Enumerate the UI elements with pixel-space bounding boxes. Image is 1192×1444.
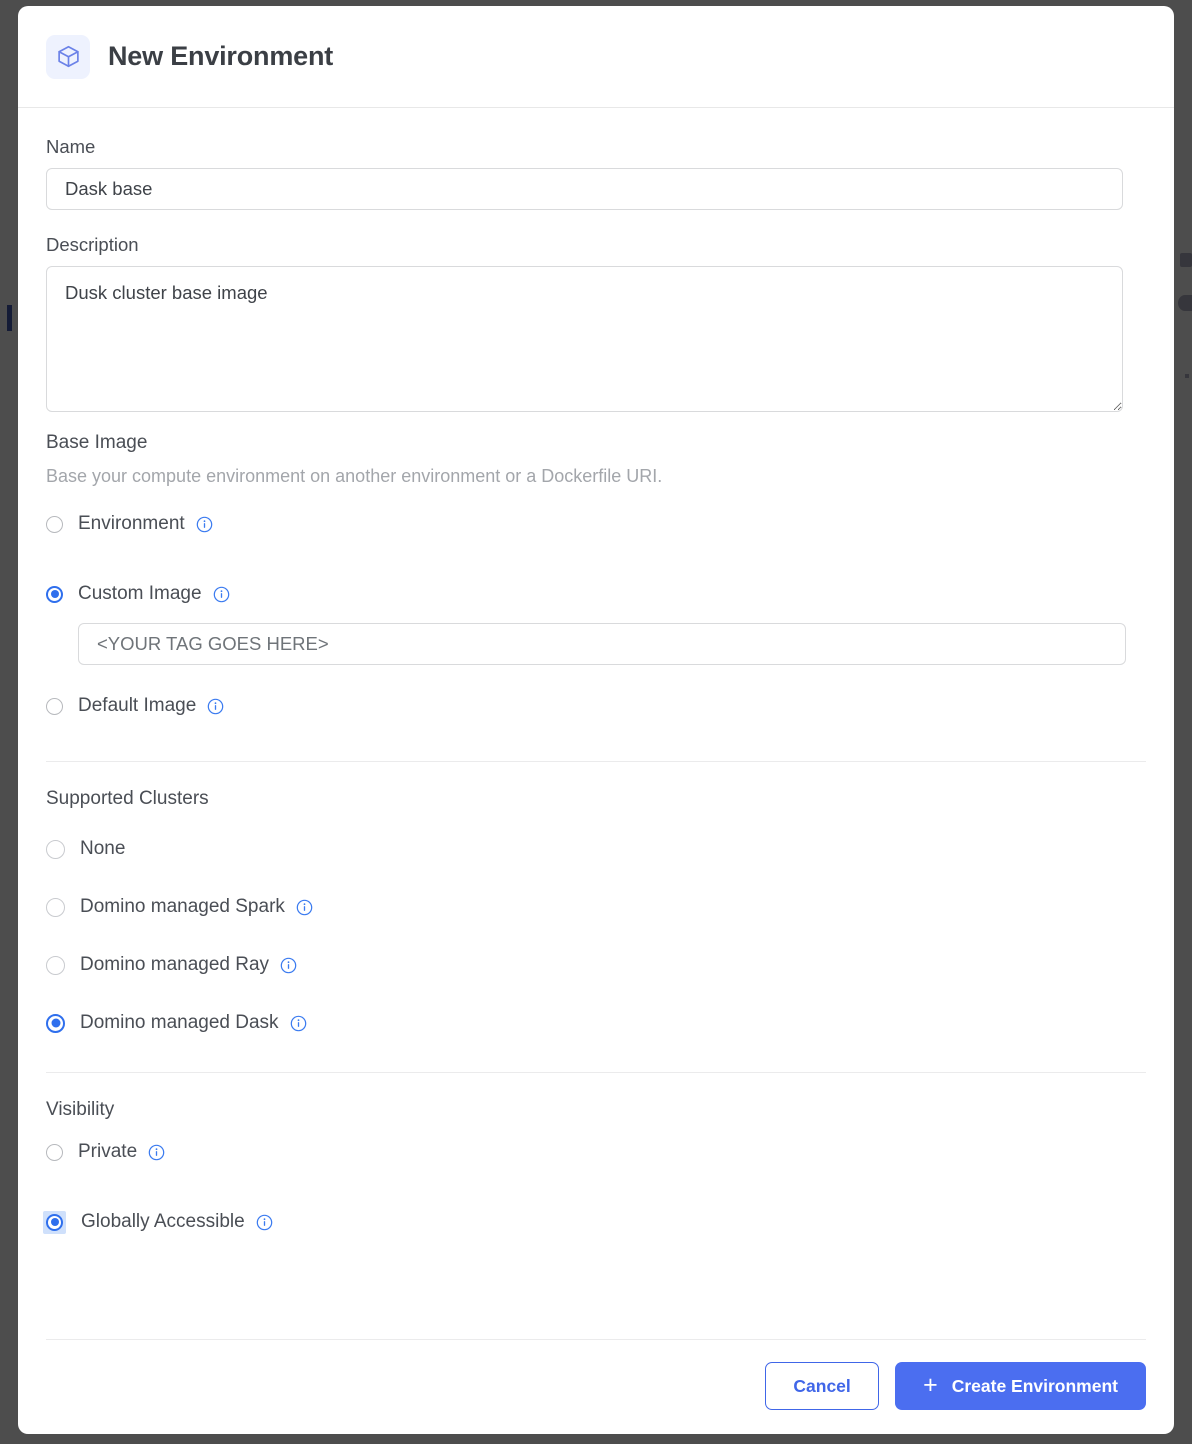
radio-button-domino-managed-ray[interactable] bbox=[46, 955, 65, 975]
plus-icon: + bbox=[923, 1370, 938, 1399]
radio-option-domino-managed-ray[interactable]: Domino managed Ray bbox=[46, 948, 1146, 982]
supported-clusters-section-title: Supported Clusters bbox=[46, 788, 209, 809]
background-artifact bbox=[1185, 374, 1189, 378]
radio-label-default-image: Default Image bbox=[78, 695, 197, 716]
radio-option-custom-image[interactable]: Custom Image bbox=[46, 577, 1146, 611]
background-artifact bbox=[1180, 253, 1192, 267]
background-artifact bbox=[1178, 295, 1192, 311]
radio-option-domino-managed-spark[interactable]: Domino managed Spark bbox=[46, 890, 1146, 924]
info-icon[interactable] bbox=[280, 957, 297, 974]
info-icon[interactable] bbox=[196, 516, 213, 533]
create-environment-button[interactable]: + Create Environment bbox=[895, 1362, 1146, 1410]
radio-button-globally-accessible[interactable] bbox=[46, 1213, 63, 1231]
info-icon[interactable] bbox=[256, 1214, 273, 1231]
radio-button-default-image[interactable] bbox=[46, 697, 63, 715]
dialog-footer: Cancel + Create Environment bbox=[46, 1339, 1146, 1434]
radio-option-globally-accessible[interactable]: Globally Accessible bbox=[43, 1205, 1146, 1239]
description-label: Description bbox=[46, 234, 139, 255]
base-image-help-text: Base your compute environment on another… bbox=[46, 466, 663, 486]
radio-button-custom-image[interactable] bbox=[46, 585, 63, 603]
radio-label-globally-accessible: Globally Accessible bbox=[81, 1211, 245, 1232]
info-icon[interactable] bbox=[148, 1144, 165, 1161]
radio-label-domino-managed-dask: Domino managed Dask bbox=[80, 1012, 279, 1033]
radio-label-none: None bbox=[80, 838, 126, 859]
cancel-button[interactable]: Cancel bbox=[765, 1362, 880, 1410]
radio-option-domino-managed-dask[interactable]: Domino managed Dask bbox=[46, 1006, 1146, 1040]
radio-button-none[interactable] bbox=[46, 839, 65, 859]
radio-focus-highlight bbox=[43, 1210, 66, 1234]
radio-option-private[interactable]: Private bbox=[46, 1135, 1146, 1169]
radio-option-default-image[interactable]: Default Image bbox=[46, 689, 1146, 723]
radio-option-none[interactable]: None bbox=[46, 832, 1146, 866]
radio-label-domino-managed-spark: Domino managed Spark bbox=[80, 896, 285, 917]
radio-button-domino-managed-dask[interactable] bbox=[46, 1013, 65, 1033]
visibility-section-title: Visibility bbox=[46, 1099, 115, 1120]
radio-label-private: Private bbox=[78, 1141, 138, 1162]
radio-button-domino-managed-spark[interactable] bbox=[46, 897, 65, 917]
name-label: Name bbox=[46, 136, 96, 157]
info-icon[interactable] bbox=[213, 586, 230, 603]
custom-image-tag-input[interactable] bbox=[78, 623, 1126, 665]
radio-label-custom-image: Custom Image bbox=[78, 583, 202, 604]
radio-label-domino-managed-ray: Domino managed Ray bbox=[80, 954, 270, 975]
radio-button-private[interactable] bbox=[46, 1143, 63, 1161]
info-icon[interactable] bbox=[207, 698, 224, 715]
info-icon[interactable] bbox=[290, 1015, 307, 1032]
info-icon[interactable] bbox=[296, 899, 313, 916]
base-image-section-title: Base Image bbox=[46, 432, 148, 453]
page-title: New Environment bbox=[108, 41, 334, 71]
dialog-header: New Environment bbox=[18, 6, 1174, 108]
cube-icon bbox=[46, 34, 90, 79]
description-input[interactable] bbox=[46, 266, 1123, 412]
radio-option-environment[interactable]: Environment bbox=[46, 507, 1146, 541]
name-input[interactable] bbox=[46, 168, 1123, 210]
background-marker-bar bbox=[7, 305, 12, 331]
radio-label-environment: Environment bbox=[78, 513, 185, 534]
radio-button-environment[interactable] bbox=[46, 515, 63, 533]
new-environment-dialog: New Environment Name Description Base Im… bbox=[18, 6, 1174, 1434]
dialog-body: Name Description Base Image Base your co… bbox=[18, 108, 1174, 1339]
create-environment-label: Create Environment bbox=[951, 1375, 1118, 1396]
